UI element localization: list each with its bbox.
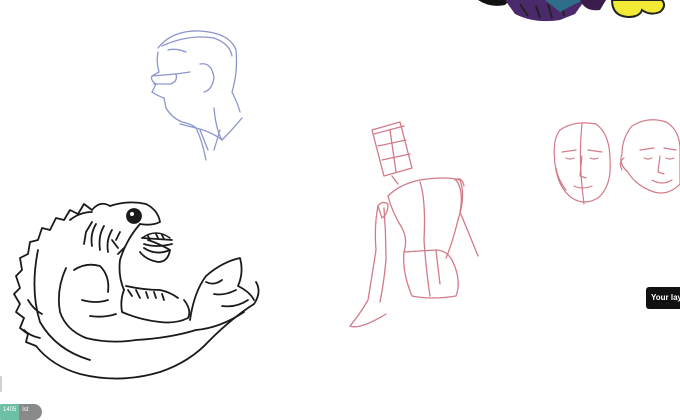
cropped-color-drawing [478, 0, 666, 22]
status-right-value: lst 13 [19, 404, 42, 420]
drawing-canvas[interactable] [0, 0, 680, 415]
status-left-value: 1405 [0, 404, 20, 420]
layers-tooltip: Your layers [646, 287, 680, 309]
blue-head-sketch [150, 30, 243, 161]
red-faces-sketch [553, 119, 680, 205]
status-pill: 1405 lst 13 [0, 404, 42, 420]
red-mannequin-sketch [349, 121, 479, 328]
side-scroll-handle[interactable] [0, 376, 2, 392]
ink-monster-drawing [13, 201, 260, 380]
